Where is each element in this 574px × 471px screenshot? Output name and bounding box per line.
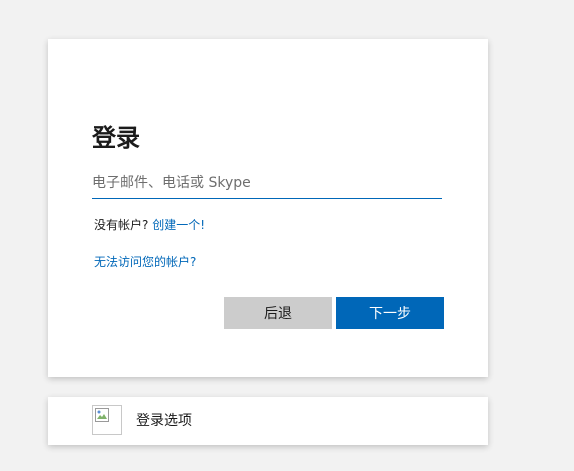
email-field[interactable]: [92, 167, 442, 199]
login-card: 登录 没有帐户? 创建一个! 无法访问您的帐户? 后退 下一步: [48, 39, 488, 377]
next-button[interactable]: 下一步: [336, 297, 444, 329]
no-account-text: 没有帐户?: [94, 218, 149, 232]
create-account-link[interactable]: 创建一个!: [152, 218, 205, 232]
no-account-row: 没有帐户? 创建一个!: [94, 217, 205, 233]
page-title: 登录: [92, 124, 140, 152]
sign-in-options-label: 登录选项: [136, 413, 192, 429]
sign-in-options[interactable]: 登录选项: [48, 397, 488, 445]
cant-access-row: 无法访问您的帐户?: [94, 254, 196, 270]
broken-image-glyph: [95, 408, 109, 422]
cant-access-link[interactable]: 无法访问您的帐户?: [94, 255, 196, 269]
broken-image-icon: [92, 405, 122, 435]
back-button[interactable]: 后退: [224, 297, 332, 329]
